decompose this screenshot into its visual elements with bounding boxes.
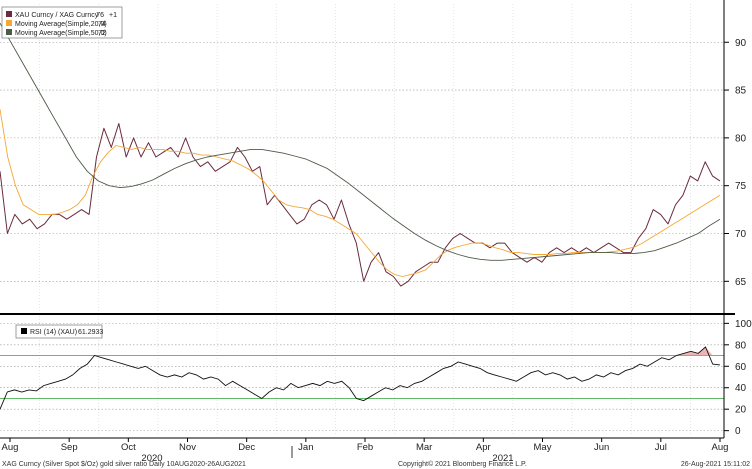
- x-tick-label: Jan: [298, 442, 313, 453]
- rsi-tick-label: 100: [735, 319, 752, 330]
- x-tick-label: Aug: [2, 442, 19, 453]
- x-tick-label: Feb: [357, 442, 373, 453]
- x-tick-label: Oct: [121, 442, 136, 453]
- legend-swatch-ratio: [6, 11, 12, 17]
- rsi-legend: RSI (14) (XAU) 61.2933: [15, 324, 103, 339]
- legend-value-ma20: 74: [98, 21, 106, 28]
- price-tick-label: 70: [735, 229, 747, 240]
- legend-suffix-ratio: +1: [109, 12, 117, 19]
- legend-swatch-ma20: [6, 20, 12, 26]
- legend-label-rsi: RSI (14) (XAU): [30, 329, 77, 336]
- footer-left: XAG Curncy (Silver Spot $/Oz) gold silve…: [2, 461, 246, 468]
- price-legend: XAU Curncy / XAG Curncy 76 +1 Moving Ave…: [1, 6, 123, 39]
- price-tick-label: 90: [735, 38, 747, 49]
- x-tick-label: Mar: [416, 442, 432, 453]
- rsi-tick-label: 0: [735, 426, 741, 437]
- rsi-tick-label: 80: [735, 340, 747, 351]
- legend-label-ratio: XAU Curncy / XAG Curncy: [15, 12, 99, 19]
- price-tick-label: 85: [735, 86, 747, 97]
- price-tick-label: 65: [735, 277, 747, 288]
- price-tick-label: 80: [735, 133, 747, 144]
- x-tick-label: Sep: [61, 442, 78, 453]
- x-tick-label: Dec: [238, 442, 255, 453]
- x-tick-label: Jul: [655, 442, 667, 453]
- x-tick-label: Aug: [712, 442, 729, 453]
- x-tick-label: May: [534, 442, 552, 453]
- x-tick-label: Nov: [179, 442, 196, 453]
- rsi-tick-label: 40: [735, 383, 747, 394]
- price-tick-label: 75: [735, 181, 747, 192]
- legend-value-ratio: 76: [96, 12, 104, 19]
- legend-swatch-ma50: [6, 29, 12, 35]
- legend-value-ma50: 72: [98, 30, 106, 37]
- legend-swatch-rsi: [21, 328, 27, 334]
- x-tick-label: Apr: [476, 442, 491, 453]
- legend-value-rsi: 61.2933: [78, 329, 103, 336]
- legend-label-ma50: Moving Average(Simple,50,0): [15, 30, 107, 37]
- footer-right: 26-Aug-2021 15:11:02: [681, 461, 750, 468]
- rsi-tick-label: 20: [735, 405, 747, 416]
- chart-root: 65 70 75 80 85 90 0 20 40 60 80 100 Aug Sep Oct Nov De…: [0, 0, 752, 469]
- legend-label-ma20: Moving Average(Simple,20,0): [15, 21, 107, 28]
- footer-center: Copyright© 2021 Bloomberg Finance L.P.: [398, 460, 527, 468]
- x-tick-label: Jun: [594, 442, 609, 453]
- rsi-tick-label: 60: [735, 362, 747, 373]
